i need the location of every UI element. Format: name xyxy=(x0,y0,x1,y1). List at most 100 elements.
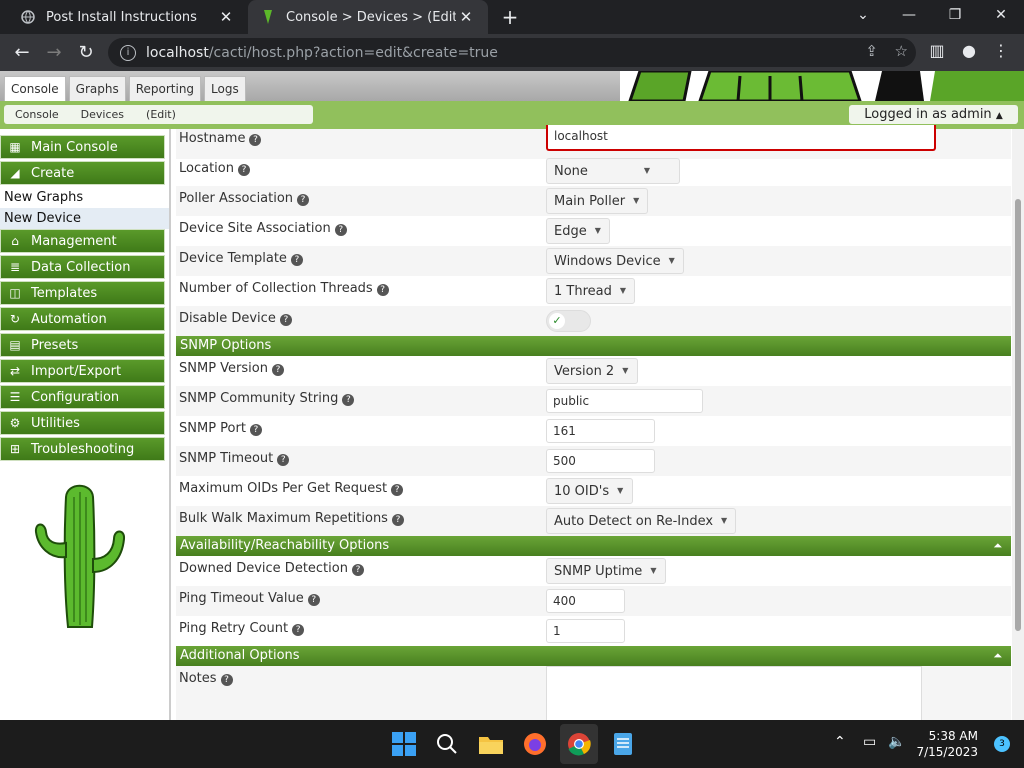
location-select[interactable]: None ▼ xyxy=(546,158,680,184)
sidebar-item-troubleshooting[interactable]: ⊞ Troubleshooting xyxy=(0,437,165,461)
help-icon[interactable]: ? xyxy=(237,164,250,176)
ping-timeout-field[interactable]: 400 xyxy=(546,589,625,613)
help-icon[interactable]: ? xyxy=(249,134,262,146)
profile-icon[interactable]: ● xyxy=(957,41,981,60)
tab-graphs[interactable]: Graphs xyxy=(68,76,126,101)
snmp-version-select[interactable]: Version 2 ▼ xyxy=(546,358,638,384)
forward-arrow-icon[interactable]: → xyxy=(40,39,68,67)
new-tab-plus-icon[interactable]: + xyxy=(498,4,522,30)
network-icon[interactable]: ▭ xyxy=(863,734,876,750)
help-icon[interactable]: ? xyxy=(220,674,233,686)
menu-kebab-icon[interactable]: ⋮ xyxy=(989,41,1013,60)
breadcrumb-console[interactable]: Console xyxy=(4,108,70,121)
system-clock[interactable]: 5:38 AM 7/15/2023 xyxy=(916,728,978,760)
notepad-icon[interactable] xyxy=(609,730,637,758)
downed-select[interactable]: SNMP Uptime ▼ xyxy=(546,558,666,584)
window-close-icon[interactable]: ✕ xyxy=(978,0,1024,32)
close-icon[interactable]: ✕ xyxy=(216,8,236,26)
close-icon[interactable]: ✕ xyxy=(456,8,476,26)
breadcrumb-devices[interactable]: Devices xyxy=(70,108,135,121)
restore-icon[interactable]: ❐ xyxy=(932,0,978,32)
help-icon[interactable]: ? xyxy=(334,224,347,236)
row-downed-detection: Downed Device Detection? SNMP Uptime ▼ xyxy=(176,556,1011,586)
firefox-icon[interactable] xyxy=(521,730,549,758)
caret-down-icon: ▼ xyxy=(622,366,629,375)
site-info-icon[interactable]: i xyxy=(120,44,136,61)
exchange-icon: ⇄ xyxy=(9,364,21,378)
poller-select[interactable]: Main Poller ▼ xyxy=(546,188,649,214)
back-arrow-icon[interactable]: ← xyxy=(8,39,36,67)
row-bulk-walk: Bulk Walk Maximum Repetitions? Auto Dete… xyxy=(176,506,1011,536)
chevron-up-icon[interactable]: ⌃ xyxy=(834,734,846,750)
sidebar-item-presets[interactable]: ▤ Presets xyxy=(0,333,165,357)
help-icon[interactable]: ? xyxy=(277,454,290,466)
bulk-walk-label: Bulk Walk Maximum Repetitions xyxy=(179,511,388,526)
chevron-down-icon[interactable]: ⌄ xyxy=(840,0,886,32)
help-icon[interactable]: ? xyxy=(391,484,404,496)
sidebar-item-new-device[interactable]: New Device xyxy=(0,208,169,229)
notification-badge[interactable]: 3 xyxy=(994,736,1010,752)
volume-icon[interactable]: 🔈 xyxy=(888,734,905,750)
sidebar-item-label: Import/Export xyxy=(31,363,122,379)
sidebar-item-data-collection[interactable]: ≣ Data Collection xyxy=(0,255,165,279)
snmp-port-field[interactable]: 161 xyxy=(546,419,655,443)
help-icon[interactable]: ? xyxy=(271,364,284,376)
sidebar-item-utilities[interactable]: ⚙ Utilities xyxy=(0,411,165,435)
share-icon[interactable]: ⇪ xyxy=(865,42,878,60)
browser-tab-post-install[interactable]: Post Install Instructions ✕ xyxy=(8,0,248,34)
sidebar-item-new-graphs[interactable]: New Graphs xyxy=(0,187,169,208)
tab-reporting[interactable]: Reporting xyxy=(128,76,202,101)
snmp-community-field[interactable]: public xyxy=(546,389,703,413)
notes-textarea[interactable] xyxy=(546,666,922,720)
max-oids-select[interactable]: 10 OID's ▼ xyxy=(546,478,633,504)
help-icon[interactable]: ? xyxy=(292,624,305,636)
help-icon[interactable]: ? xyxy=(376,284,389,296)
help-icon[interactable]: ? xyxy=(307,594,320,606)
windows-start-icon[interactable] xyxy=(390,730,418,758)
tab-console[interactable]: Console xyxy=(4,76,66,101)
side-panel-icon[interactable]: ▥ xyxy=(925,41,949,60)
ping-retry-field[interactable]: 1 xyxy=(546,619,625,643)
bulk-walk-select[interactable]: Auto Detect on Re-Index ▼ xyxy=(546,508,737,534)
row-snmp-port: SNMP Port? 161 xyxy=(176,416,1011,446)
sidebar-item-import-export[interactable]: ⇄ Import/Export xyxy=(0,359,165,383)
sidebar-item-automation[interactable]: ↻ Automation xyxy=(0,307,165,331)
template-select[interactable]: Windows Device ▼ xyxy=(546,248,685,274)
disable-device-toggle[interactable]: ✓ xyxy=(546,310,591,332)
map-icon: ▦ xyxy=(9,140,21,154)
sidebar-item-templates[interactable]: ◫ Templates xyxy=(0,281,165,305)
row-location: Location? None ▼ xyxy=(176,156,1011,186)
collapse-chevron-icon[interactable]: ⏶ xyxy=(993,646,1002,666)
section-title: Additional Options xyxy=(180,648,300,663)
search-icon[interactable] xyxy=(433,730,461,758)
address-bar[interactable]: i localhost/cacti/host.php?action=edit&c… xyxy=(108,38,916,67)
browser-tab-devices-edit[interactable]: Console > Devices > (Edit) ✕ xyxy=(248,0,488,34)
site-select[interactable]: Edge ▼ xyxy=(546,218,611,244)
windows-taskbar: ⌃ ▭ 🔈 5:38 AM 7/15/2023 3 xyxy=(0,720,1024,768)
minimize-icon[interactable]: — xyxy=(886,0,932,32)
hostname-field[interactable]: localhost xyxy=(546,125,936,151)
sidebar-item-management[interactable]: ⌂ Management xyxy=(0,229,165,253)
sidebar-item-create[interactable]: ◢ Create xyxy=(0,161,165,185)
snmp-timeout-field[interactable]: 500 xyxy=(546,449,655,473)
file-explorer-icon[interactable] xyxy=(477,730,505,758)
help-icon[interactable]: ? xyxy=(297,194,310,206)
page-scrollbar[interactable] xyxy=(1012,129,1024,720)
scrollbar-thumb[interactable] xyxy=(1015,199,1021,631)
bookmark-star-icon[interactable]: ☆ xyxy=(895,42,908,60)
help-icon[interactable]: ? xyxy=(279,314,292,326)
help-icon[interactable]: ? xyxy=(249,424,262,436)
sidebar-item-main-console[interactable]: ▦ Main Console xyxy=(0,135,165,159)
help-icon[interactable]: ? xyxy=(290,254,303,266)
help-icon[interactable]: ? xyxy=(351,564,364,576)
tab-logs[interactable]: Logs xyxy=(204,76,246,101)
help-icon[interactable]: ? xyxy=(342,394,355,406)
chrome-icon[interactable] xyxy=(565,730,593,758)
reload-icon[interactable]: ↻ xyxy=(72,39,100,67)
help-icon[interactable]: ? xyxy=(391,514,404,526)
collapse-chevron-icon[interactable]: ⏶ xyxy=(993,536,1002,556)
threads-select[interactable]: 1 Thread ▼ xyxy=(546,278,636,304)
sidebar-item-configuration[interactable]: ☰ Configuration xyxy=(0,385,165,409)
section-additional: Additional Options ⏶ xyxy=(176,646,1011,666)
user-menu[interactable]: Logged in as admin ▲ xyxy=(849,105,1018,124)
